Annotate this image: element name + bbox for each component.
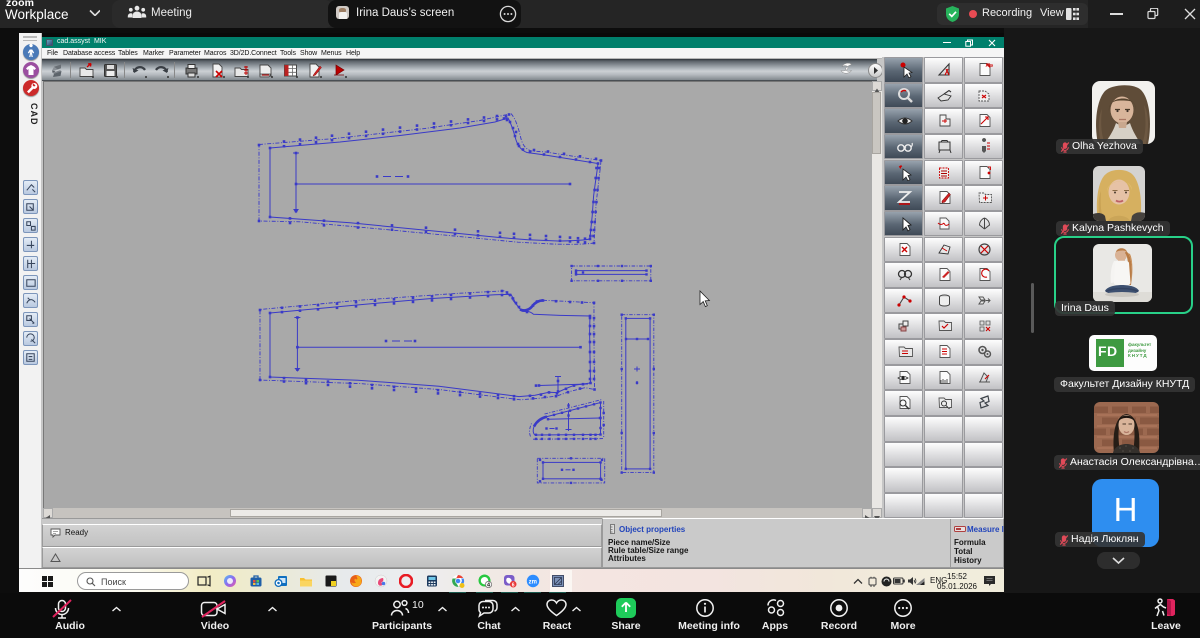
svg-text:zm: zm xyxy=(529,579,537,585)
svg-text:ABC: ABC xyxy=(986,63,994,68)
svg-text:6: 6 xyxy=(512,582,515,588)
